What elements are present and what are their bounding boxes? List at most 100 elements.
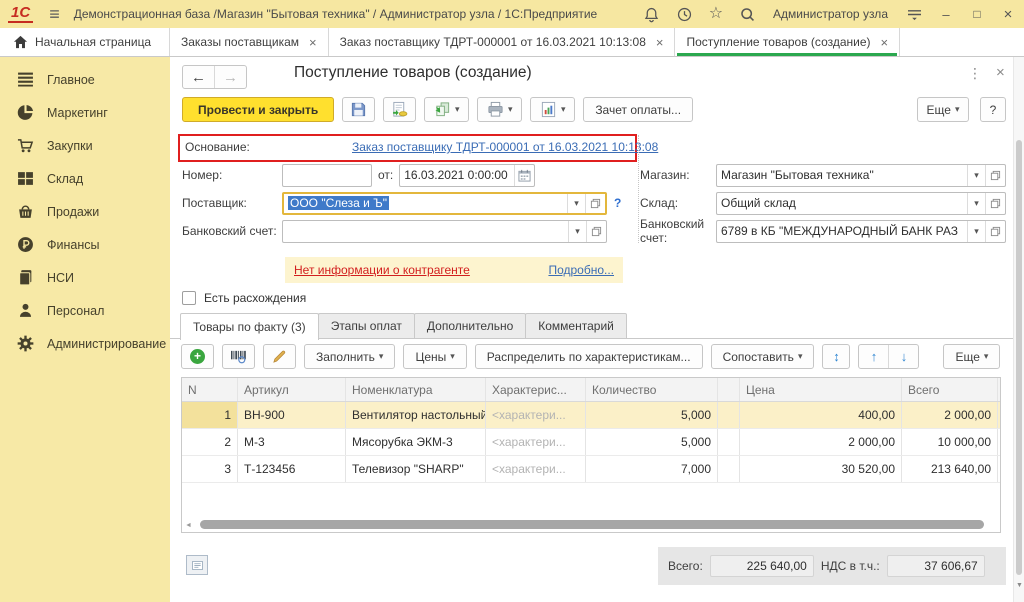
history-icon[interactable] (676, 5, 694, 23)
cell-n[interactable]: 2 (182, 429, 238, 455)
col-price[interactable]: Цена (740, 378, 902, 401)
cell-article[interactable]: М-3 (238, 429, 346, 455)
contractor-warning-link[interactable]: Нет информации о контрагенте (294, 263, 470, 277)
help-button[interactable]: ? (980, 97, 1006, 122)
cell-quantity[interactable]: 5,000 (586, 402, 718, 428)
tab-goods-receipt[interactable]: Поступление товаров (создание) × (675, 28, 900, 56)
tab-home[interactable]: Начальная страница (0, 28, 170, 56)
sidebar-item-purchases[interactable]: Закупки (0, 129, 170, 162)
cell-characteristic[interactable]: <характери... (486, 402, 586, 428)
forward-button[interactable]: → (215, 66, 246, 88)
basis-link[interactable]: Заказ поставщику ТДРТ-000001 от 16.03.20… (352, 140, 658, 154)
tab-comment[interactable]: Комментарий (525, 313, 627, 339)
cell-characteristic[interactable]: <характери... (486, 456, 586, 482)
tab-supplier-orders[interactable]: Заказы поставщикам × (170, 28, 329, 56)
cell-nomenclature[interactable]: Телевизор "SHARP" (346, 456, 486, 482)
calendar-icon[interactable] (514, 165, 534, 186)
bank-account2-field[interactable]: 6789 в КБ "МЕЖДУНАРОДНЫЙ БАНК РАЗ ▾ (716, 220, 1006, 243)
cell-nomenclature[interactable]: Мясорубка ЭКМ-3 (346, 429, 486, 455)
cell-n[interactable]: 1 (182, 402, 238, 428)
supplier-field[interactable]: ООО "Слеза и Ъ" ▾ (282, 192, 607, 215)
cell-article[interactable]: ВН-900 (238, 402, 346, 428)
expand-rows-button[interactable]: ↕ (822, 344, 850, 369)
distribute-by-characteristics-button[interactable]: Распределить по характеристикам... (475, 344, 703, 369)
horizontal-scroll-thumb[interactable] (200, 520, 984, 529)
cell-quantity[interactable]: 5,000 (586, 429, 718, 455)
supplier-help-icon[interactable]: ? (614, 196, 621, 210)
prices-button[interactable]: Цены▾ (403, 344, 466, 369)
close-form-button[interactable]: × (996, 64, 1005, 81)
back-button[interactable]: ← (183, 66, 215, 88)
notes-button[interactable] (186, 555, 208, 575)
col-nomenclature[interactable]: Номенклатура (346, 378, 486, 401)
details-link[interactable]: Подробно... (548, 263, 614, 277)
cell-article[interactable]: Т-123456 (238, 456, 346, 482)
save-button[interactable] (342, 97, 375, 122)
scroll-left-icon[interactable]: ◄ (185, 522, 192, 529)
maximize-button[interactable]: □ (969, 7, 985, 21)
form-more-button[interactable]: Еще ▾ (917, 97, 969, 122)
cell-n[interactable]: 3 (182, 456, 238, 482)
current-user[interactable]: Администратор узла (773, 7, 888, 21)
col-n[interactable]: N (182, 378, 238, 401)
sidebar-item-personnel[interactable]: Персонал (0, 294, 170, 327)
sidebar-item-finance[interactable]: Финансы (0, 228, 170, 261)
fill-button[interactable]: Заполнить▾ (304, 344, 395, 369)
col-quantity[interactable]: Количество (586, 378, 718, 401)
reports-button[interactable]: ▾ (530, 97, 575, 122)
notifications-icon[interactable] (643, 5, 661, 23)
scroll-down-icon[interactable]: ▼ (1016, 582, 1023, 589)
sidebar-item-administration[interactable]: Администрирование (0, 327, 170, 360)
sidebar-item-nsi[interactable]: НСИ (0, 261, 170, 294)
table-row[interactable]: 2 М-3 Мясорубка ЭКМ-3 <характери... 5,00… (182, 429, 1000, 456)
post-document-button[interactable] (383, 97, 416, 122)
store-field[interactable]: Магазин "Бытовая техника" ▾ (716, 164, 1006, 187)
open-icon[interactable] (586, 221, 606, 242)
cell-total[interactable]: 213 640,00 (902, 456, 998, 482)
payment-offset-button[interactable]: Зачет оплаты... (583, 97, 693, 122)
dropdown-icon[interactable]: ▾ (967, 165, 985, 186)
tab-goods-by-fact[interactable]: Товары по факту (3) (180, 313, 319, 340)
warehouse-field[interactable]: Общий склад ▾ (716, 192, 1006, 215)
cell-price[interactable]: 2 000,00 (740, 429, 902, 455)
tab-payment-stages[interactable]: Этапы оплат (318, 313, 415, 339)
table-row[interactable]: 3 Т-123456 Телевизор "SHARP" <характери.… (182, 456, 1000, 483)
cell-quantity[interactable]: 7,000 (586, 456, 718, 482)
bank-account-field[interactable]: ▾ (282, 220, 607, 243)
close-window-button[interactable]: × (1000, 6, 1016, 23)
search-icon[interactable] (738, 5, 756, 23)
create-based-on-button[interactable]: ▾ (424, 97, 469, 122)
cell-price[interactable]: 400,00 (740, 402, 902, 428)
sidebar-item-main[interactable]: Главное (0, 63, 170, 96)
dropdown-icon[interactable]: ▾ (568, 221, 586, 242)
tab-supplier-order-doc[interactable]: Заказ поставщику ТДРТ-000001 от 16.03.20… (329, 28, 676, 56)
sidebar-item-marketing[interactable]: Маркетинг (0, 96, 170, 129)
open-icon[interactable] (985, 165, 1005, 186)
vertical-scroll-thumb[interactable] (1016, 140, 1022, 575)
col-total[interactable]: Всего (902, 378, 998, 401)
horizontal-scrollbar[interactable]: ◄ (184, 520, 996, 530)
dropdown-icon[interactable]: ▾ (567, 194, 585, 213)
minimize-button[interactable]: – (938, 7, 954, 22)
sidebar-item-warehouse[interactable]: Склад (0, 162, 170, 195)
open-icon[interactable] (985, 193, 1005, 214)
move-down-button[interactable]: ↓ (889, 345, 918, 368)
move-up-button[interactable]: ↑ (859, 345, 889, 368)
cell-price[interactable]: 30 520,00 (740, 456, 902, 482)
favorites-icon[interactable]: ☆ (709, 6, 723, 22)
print-button[interactable]: ▾ (477, 97, 522, 122)
cell-total[interactable]: 2 000,00 (902, 402, 998, 428)
date-field[interactable]: 16.03.2021 0:00:00 (399, 164, 535, 187)
col-article[interactable]: Артикул (238, 378, 346, 401)
open-icon[interactable] (985, 221, 1005, 242)
number-field[interactable] (282, 164, 372, 187)
cell-total[interactable]: 10 000,00 (902, 429, 998, 455)
table-more-button[interactable]: Еще▾ (943, 344, 1000, 369)
close-tab-icon[interactable]: × (656, 35, 664, 50)
close-tab-icon[interactable]: × (881, 35, 889, 50)
open-icon[interactable] (585, 194, 605, 213)
more-menu-icon[interactable]: ⋮ (968, 65, 982, 82)
cell-characteristic[interactable]: <характери... (486, 429, 586, 455)
sidebar-item-sales[interactable]: Продажи (0, 195, 170, 228)
post-and-close-button[interactable]: Провести и закрыть (182, 97, 334, 122)
